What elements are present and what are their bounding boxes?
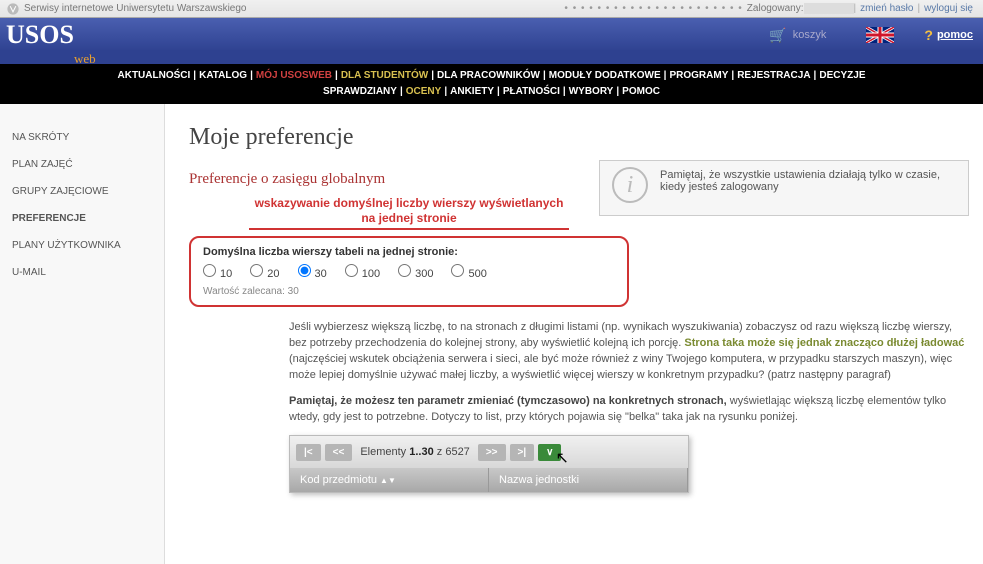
flag-uk-icon[interactable] <box>866 27 894 43</box>
uw-logo-icon <box>6 2 20 16</box>
rows-option[interactable]: 30 <box>298 268 327 280</box>
username-box <box>804 3 854 14</box>
menu-item[interactable]: DLA PRACOWNIKÓW <box>437 70 540 81</box>
page-title: Moje preferencje <box>189 124 969 151</box>
help-icon[interactable]: ? <box>924 27 933 43</box>
menu-item[interactable]: REJESTRACJA <box>737 70 810 81</box>
menu-item[interactable]: PROGRAMY <box>669 70 728 81</box>
recommended-value: Wartość zalecana: 30 <box>203 286 615 297</box>
info-box: i Pamiętaj, że wszystkie ustawienia dzia… <box>599 160 969 216</box>
table-col-unit[interactable]: Nazwa jednostki <box>489 468 688 492</box>
sidebar-item[interactable]: PREFERENCJE <box>0 205 164 232</box>
preference-box: Domyślna liczba wierszy tabeli na jednej… <box>189 236 629 307</box>
cart-link[interactable]: koszyk <box>793 29 827 41</box>
pager-status: Elementy 1..30 z 6527 <box>356 446 473 458</box>
menu-item[interactable]: KATALOG <box>199 70 247 81</box>
uw-service-label: Serwisy internetowe Uniwersytetu Warszaw… <box>24 3 247 14</box>
logged-in-label: Zalogowany: <box>747 3 804 14</box>
change-password-link[interactable]: zmień hasło <box>860 3 913 14</box>
info-icon: i <box>612 167 648 203</box>
cart-icon[interactable]: 🛒 <box>769 27 786 44</box>
usos-logo[interactable]: USOS <box>0 20 74 50</box>
rows-option[interactable]: 20 <box>250 268 279 280</box>
rows-option[interactable]: 300 <box>398 268 433 280</box>
usos-web-label: web <box>74 51 96 66</box>
pager-first-button[interactable]: |< <box>296 444 321 461</box>
rows-option[interactable]: 100 <box>345 268 380 280</box>
menu-item[interactable]: POMOC <box>622 86 660 97</box>
pager-last-button[interactable]: >| <box>510 444 535 461</box>
example-screenshot: |< << Elementy 1..30 z 6527 >> >| ∨ ↖ Ko… <box>289 435 689 493</box>
help-link[interactable]: pomoc <box>937 29 973 41</box>
menu-item[interactable]: OCENY <box>406 86 442 97</box>
table-col-code[interactable]: Kod przedmiotu▲▼ <box>290 468 489 492</box>
menu-item[interactable]: WYBORY <box>569 86 614 97</box>
rows-option[interactable]: 10 <box>203 268 232 280</box>
menu-item[interactable]: MÓJ USOSWEB <box>256 70 332 81</box>
menu-item[interactable]: DECYZJE <box>819 70 865 81</box>
sidebar-item[interactable]: PLAN ZAJĘĆ <box>0 151 164 178</box>
sidebar-item[interactable]: NA SKRÓTY <box>0 124 164 151</box>
menu-item[interactable]: DLA STUDENTÓW <box>341 70 428 81</box>
annotation-label: wskazywanie domyślnej liczby wierszy wyś… <box>249 196 569 230</box>
sidebar-item[interactable]: U-MAIL <box>0 259 164 286</box>
sidebar: NA SKRÓTYPLAN ZAJĘĆGRUPY ZAJĘCIOWEPREFER… <box>0 104 165 564</box>
logout-link[interactable]: wyloguj się <box>924 3 973 14</box>
rows-option[interactable]: 500 <box>451 268 486 280</box>
description-para-1: Jeśli wybierzesz większą liczbę, to na s… <box>289 319 969 383</box>
pager-next-button[interactable]: >> <box>478 444 506 461</box>
dots-decoration: • • • • • • • • • • • • • • • • • • • • … <box>564 3 742 14</box>
sidebar-item[interactable]: PLANY UŻYTKOWNIKA <box>0 232 164 259</box>
menu-item[interactable]: AKTUALNOŚCI <box>118 70 191 81</box>
menu-item[interactable]: PŁATNOŚCI <box>503 86 560 97</box>
main-menu: AKTUALNOŚCI|KATALOG|MÓJ USOSWEB|DLA STUD… <box>0 64 983 104</box>
description-para-2: Pamiętaj, że możesz ten parametr zmienia… <box>289 393 969 425</box>
cursor-icon: ↖ <box>555 448 568 468</box>
menu-item[interactable]: SPRAWDZIANY <box>323 86 397 97</box>
sidebar-item[interactable]: GRUPY ZAJĘCIOWE <box>0 178 164 205</box>
pref-label: Domyślna liczba wierszy tabeli na jednej… <box>203 246 615 258</box>
menu-item[interactable]: MODUŁY DODATKOWE <box>549 70 661 81</box>
pager-prev-button[interactable]: << <box>325 444 353 461</box>
menu-item[interactable]: ANKIETY <box>450 86 494 97</box>
